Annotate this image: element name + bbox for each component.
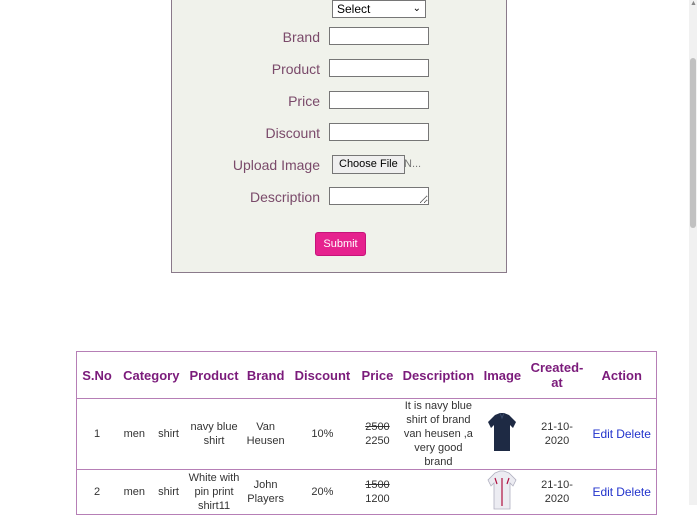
table-row: 2 men shirt White with pin print shirt11…	[76, 469, 657, 515]
header-category: Category	[117, 351, 186, 399]
upload-row: Upload Image Choose File N...	[172, 154, 508, 176]
cell-product: navy blue shirt	[185, 398, 243, 470]
cell-price: 2500 2250	[356, 398, 399, 470]
delete-link[interactable]: Delete	[616, 485, 651, 499]
discount-input[interactable]	[329, 123, 429, 141]
brand-input[interactable]	[329, 27, 429, 45]
header-discount: Discount	[288, 351, 357, 399]
header-price: Price	[356, 351, 399, 399]
price-old: 1500	[365, 479, 390, 491]
cell-product: White with pin print shirt11	[185, 469, 243, 515]
header-created-at: Created-at	[526, 351, 588, 399]
product-input[interactable]	[329, 59, 429, 77]
price-old: 2500	[365, 421, 390, 433]
discount-label: Discount	[265, 125, 320, 141]
cell-category: men	[117, 398, 152, 470]
cell-created: 21-10-2020	[526, 398, 588, 470]
cell-image	[478, 469, 527, 515]
products-table: S.No Category Product Brand Discount Pri…	[76, 351, 657, 515]
cell-brand: Van Heusen	[242, 398, 289, 470]
header-description: Description	[398, 351, 479, 399]
cell-discount: 20%	[288, 469, 357, 515]
scrollbar-thumb[interactable]	[690, 58, 696, 228]
description-label: Description	[249, 189, 320, 205]
header-product: Product	[185, 351, 243, 399]
choose-file-button[interactable]: Choose File	[332, 155, 405, 174]
table-row: 1 men shirt navy blue shirt Van Heusen 1…	[76, 398, 657, 470]
cell-brand: John Players	[242, 469, 289, 515]
cell-subcategory: shirt	[151, 469, 186, 515]
file-status-text: N...	[404, 158, 422, 170]
white-shirt-image	[485, 470, 519, 510]
table-header-row: S.No Category Product Brand Discount Pri…	[76, 351, 657, 399]
edit-link[interactable]: Edit	[592, 485, 613, 499]
brand-label: Brand	[282, 29, 320, 45]
cell-sno: 1	[76, 398, 118, 470]
price-row: Price	[172, 90, 508, 112]
cell-discount: 10%	[288, 398, 357, 470]
category-select[interactable]: Select ⌄	[332, 0, 426, 18]
brand-row: Brand	[172, 26, 508, 48]
header-brand: Brand	[242, 351, 289, 399]
cell-created: 21-10-2020	[526, 469, 588, 515]
cell-category: men	[117, 469, 152, 515]
product-row: Product	[172, 58, 508, 80]
cell-action: Edit Delete	[587, 398, 657, 470]
cell-subcategory: shirt	[151, 398, 186, 470]
add-product-form: Select ⌄ Brand Product Price Discount Up…	[171, 0, 507, 273]
cell-description	[398, 469, 479, 515]
description-row: Description	[172, 186, 508, 208]
product-label: Product	[271, 61, 320, 77]
cell-price: 1500 1200	[356, 469, 399, 515]
submit-button[interactable]: Submit	[315, 232, 366, 256]
price-input[interactable]	[329, 91, 429, 109]
cell-action: Edit Delete	[587, 469, 657, 515]
scroll-up-icon[interactable]: ▲	[690, 0, 697, 8]
vertical-scrollbar[interactable]: ▲	[689, 0, 697, 505]
cell-sno: 2	[76, 469, 118, 515]
edit-link[interactable]: Edit	[592, 427, 613, 441]
cell-image	[478, 398, 527, 470]
description-textarea[interactable]	[329, 187, 429, 205]
discount-row: Discount	[172, 122, 508, 144]
navy-shirt-image	[485, 412, 519, 452]
category-select-value: Select	[337, 2, 371, 16]
price-new: 2250	[365, 435, 390, 447]
price-new: 1200	[365, 493, 390, 505]
cell-description: It is navy blue shirt of brand van heuse…	[398, 398, 479, 470]
upload-image-label: Upload Image	[232, 157, 320, 173]
chevron-down-icon: ⌄	[412, 3, 421, 14]
delete-link[interactable]: Delete	[616, 427, 651, 441]
header-image: Image	[478, 351, 527, 399]
price-label: Price	[288, 93, 320, 109]
header-action: Action	[587, 351, 657, 399]
header-sno: S.No	[76, 351, 118, 399]
